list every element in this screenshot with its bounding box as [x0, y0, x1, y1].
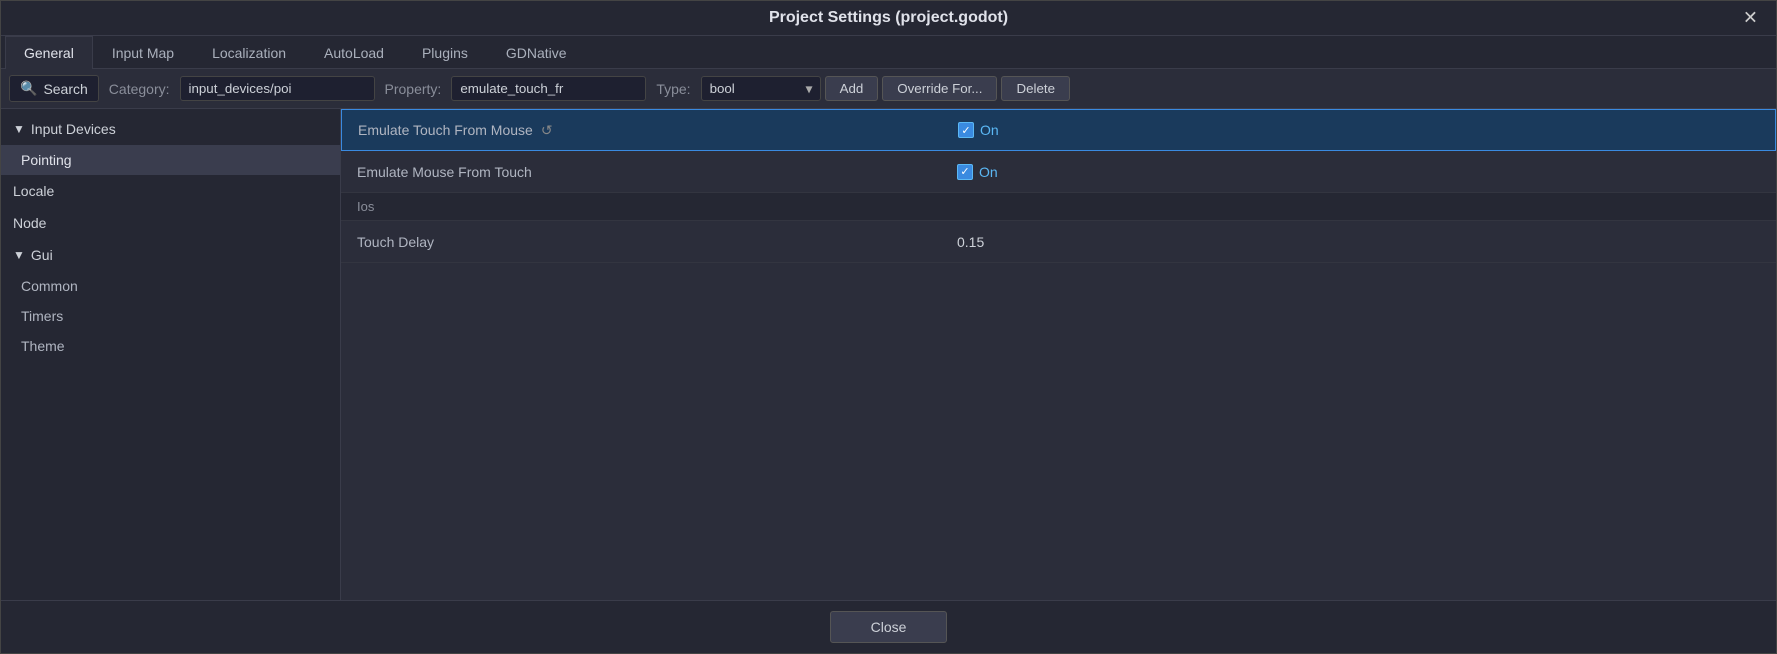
chevron-down-icon: ▼: [13, 122, 25, 136]
tab-gdnative[interactable]: GDNative: [487, 36, 586, 69]
property-label: Property:: [379, 81, 448, 97]
sidebar-group-input-devices: ▼ Input Devices Pointing: [1, 113, 340, 175]
type-select[interactable]: bool: [701, 76, 821, 101]
property-name-emulate-mouse: Emulate Mouse From Touch: [341, 156, 941, 188]
add-button[interactable]: Add: [825, 76, 879, 101]
sidebar: ▼ Input Devices Pointing Locale Node: [1, 109, 341, 600]
property-name-emulate-touch: Emulate Touch From Mouse ↺: [342, 114, 942, 147]
sidebar-group-gui: ▼ Gui Common Timers Theme: [1, 239, 340, 361]
main-content: ▼ Input Devices Pointing Locale Node: [1, 109, 1776, 600]
sidebar-group-locale: Locale: [1, 175, 340, 207]
footer: Close: [1, 600, 1776, 653]
touch-delay-label: Touch Delay: [357, 234, 434, 250]
footer-close-button[interactable]: Close: [830, 611, 948, 643]
property-value-emulate-mouse: ✓ On: [941, 156, 1776, 188]
dialog-title: Project Settings (project.godot): [769, 9, 1008, 27]
emulate-mouse-value: On: [979, 164, 998, 180]
sidebar-item-gui[interactable]: ▼ Gui: [1, 239, 340, 271]
tab-plugins[interactable]: Plugins: [403, 36, 487, 69]
chevron-down-icon-gui: ▼: [13, 248, 25, 262]
search-label: Search: [43, 81, 87, 97]
sidebar-locale-label: Locale: [13, 183, 54, 199]
type-select-wrap: bool: [701, 76, 821, 101]
title-bar: Project Settings (project.godot) ✕: [1, 1, 1776, 36]
property-value-emulate-touch: ✓ On: [942, 114, 1775, 146]
search-button[interactable]: 🔍 Search: [9, 75, 99, 102]
content-area: Emulate Touch From Mouse ↺ ✓ On Emulate …: [341, 109, 1776, 600]
emulate-touch-label: Emulate Touch From Mouse: [358, 122, 533, 138]
category-input[interactable]: [180, 76, 375, 101]
tab-general[interactable]: General: [5, 36, 93, 69]
sidebar-item-theme[interactable]: Theme: [1, 331, 340, 361]
toolbar: 🔍 Search Category: Property: Type: bool …: [1, 69, 1776, 109]
sidebar-gui-label: Gui: [31, 247, 53, 263]
tab-autoload[interactable]: AutoLoad: [305, 36, 403, 69]
search-icon: 🔍: [20, 80, 37, 97]
project-settings-dialog: Project Settings (project.godot) ✕ Gener…: [0, 0, 1777, 654]
sidebar-item-node[interactable]: Node: [1, 207, 340, 239]
sidebar-item-timers[interactable]: Timers: [1, 301, 340, 331]
emulate-mouse-label: Emulate Mouse From Touch: [357, 164, 532, 180]
property-value-touch-delay: 0.15: [941, 226, 1776, 258]
sidebar-node-label: Node: [13, 215, 46, 231]
emulate-touch-value: On: [980, 122, 999, 138]
tab-bar: General Input Map Localization AutoLoad …: [1, 36, 1776, 69]
sidebar-group-input-devices-label: Input Devices: [31, 121, 116, 137]
property-row-emulate-mouse[interactable]: Emulate Mouse From Touch ✓ On: [341, 151, 1776, 193]
section-header-ios: Ios: [341, 193, 1776, 221]
checkmark-icon-2: ✓: [957, 164, 973, 180]
touch-delay-value: 0.15: [957, 234, 984, 250]
sidebar-item-locale[interactable]: Locale: [1, 175, 340, 207]
checkbox-emulate-touch[interactable]: ✓ On: [958, 122, 999, 138]
delete-button[interactable]: Delete: [1001, 76, 1070, 101]
tab-input-map[interactable]: Input Map: [93, 36, 193, 69]
sidebar-item-pointing[interactable]: Pointing: [1, 145, 340, 175]
close-icon[interactable]: ✕: [1737, 6, 1764, 31]
property-name-touch-delay: Touch Delay: [341, 226, 941, 258]
reset-icon-emulate-touch[interactable]: ↺: [541, 122, 553, 139]
sidebar-group-node: Node: [1, 207, 340, 239]
property-input[interactable]: [451, 76, 646, 101]
sidebar-item-common[interactable]: Common: [1, 271, 340, 301]
category-label: Category:: [103, 81, 176, 97]
property-row-touch-delay[interactable]: Touch Delay 0.15: [341, 221, 1776, 263]
tab-localization[interactable]: Localization: [193, 36, 305, 69]
override-for-button[interactable]: Override For...: [882, 76, 997, 101]
ios-section-label: Ios: [357, 199, 374, 214]
property-row-emulate-touch[interactable]: Emulate Touch From Mouse ↺ ✓ On: [341, 109, 1776, 151]
type-label: Type:: [650, 81, 696, 97]
checkbox-emulate-mouse[interactable]: ✓ On: [957, 164, 998, 180]
sidebar-item-input-devices[interactable]: ▼ Input Devices: [1, 113, 340, 145]
checkmark-icon: ✓: [958, 122, 974, 138]
